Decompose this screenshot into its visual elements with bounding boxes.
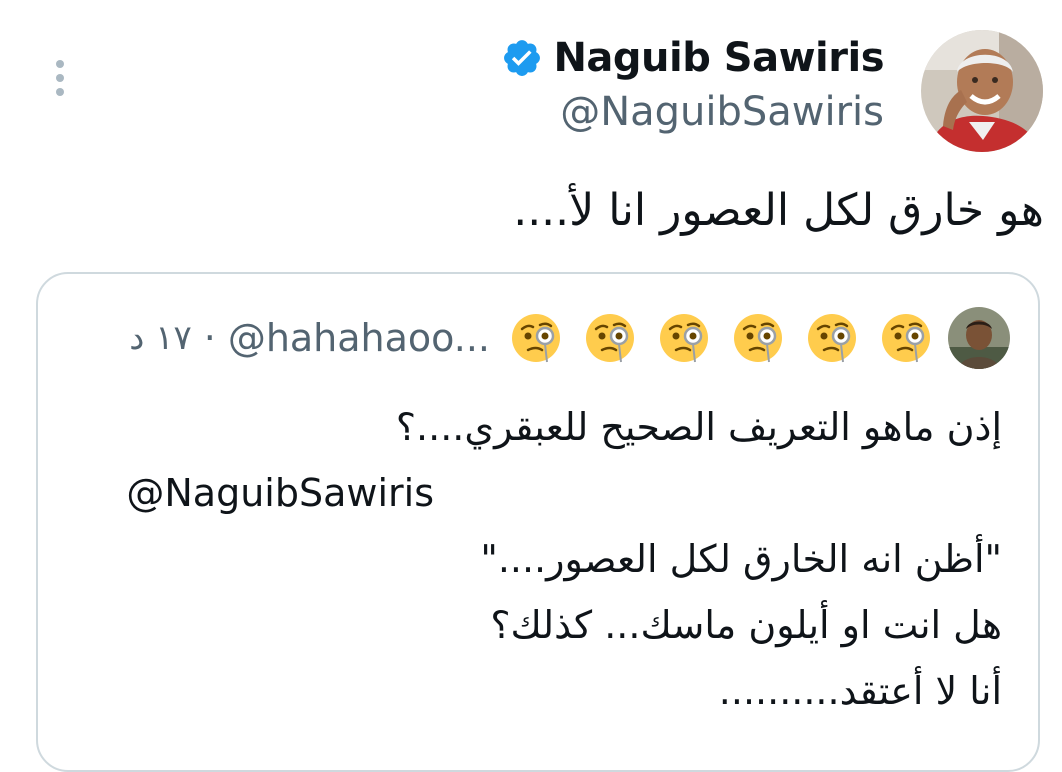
separator-dot: · <box>203 316 216 360</box>
face-with-monocle-icon <box>806 312 858 364</box>
face-with-monocle-icon <box>658 312 710 364</box>
quoted-text-line: "أظن انه الخارق لكل العصور...." <box>480 537 1002 581</box>
quoted-text-line: إذن ماهو التعريف الصحيح للعبقري....؟ <box>395 405 1002 449</box>
quoted-mention[interactable]: @NaguibSawiris <box>62 460 1002 526</box>
quoted-author-avatar[interactable] <box>948 307 1010 369</box>
face-with-monocle-icon <box>584 312 636 364</box>
quoted-tweet-text: إذن ماهو التعريف الصحيح للعبقري....؟ @Na… <box>62 394 1002 724</box>
quoted-author-name[interactable] <box>510 312 932 364</box>
tweet-text: هو خارق لكل العصور انا لأ.... <box>513 185 1044 236</box>
more-options-button[interactable] <box>46 58 74 98</box>
author-handle[interactable]: @NaguibSawiris <box>501 86 884 138</box>
quoted-text-line: أنا لا أعتقد.......... <box>718 669 1002 713</box>
tweet-author: Naguib Sawiris @NaguibSawiris <box>501 34 884 138</box>
verified-badge-icon <box>501 37 543 79</box>
quoted-tweet-header: @hahahaoo... · ١٧ د <box>129 306 1010 370</box>
face-with-monocle-icon <box>732 312 784 364</box>
more-options-icon <box>56 60 64 68</box>
quoted-tweet-card[interactable]: @hahahaoo... · ١٧ د إذن ماهو التعريف الص… <box>36 272 1040 772</box>
quoted-text-line: هل انت او أيلون ماسك... كذلك؟ <box>490 603 1002 647</box>
author-avatar[interactable] <box>921 30 1043 152</box>
author-name[interactable]: Naguib Sawiris <box>553 34 884 82</box>
face-with-monocle-icon <box>510 312 562 364</box>
quoted-author-handle[interactable]: @hahahaoo... <box>228 316 490 360</box>
face-with-monocle-icon <box>880 312 932 364</box>
quoted-tweet-time[interactable]: ١٧ د <box>129 318 191 358</box>
